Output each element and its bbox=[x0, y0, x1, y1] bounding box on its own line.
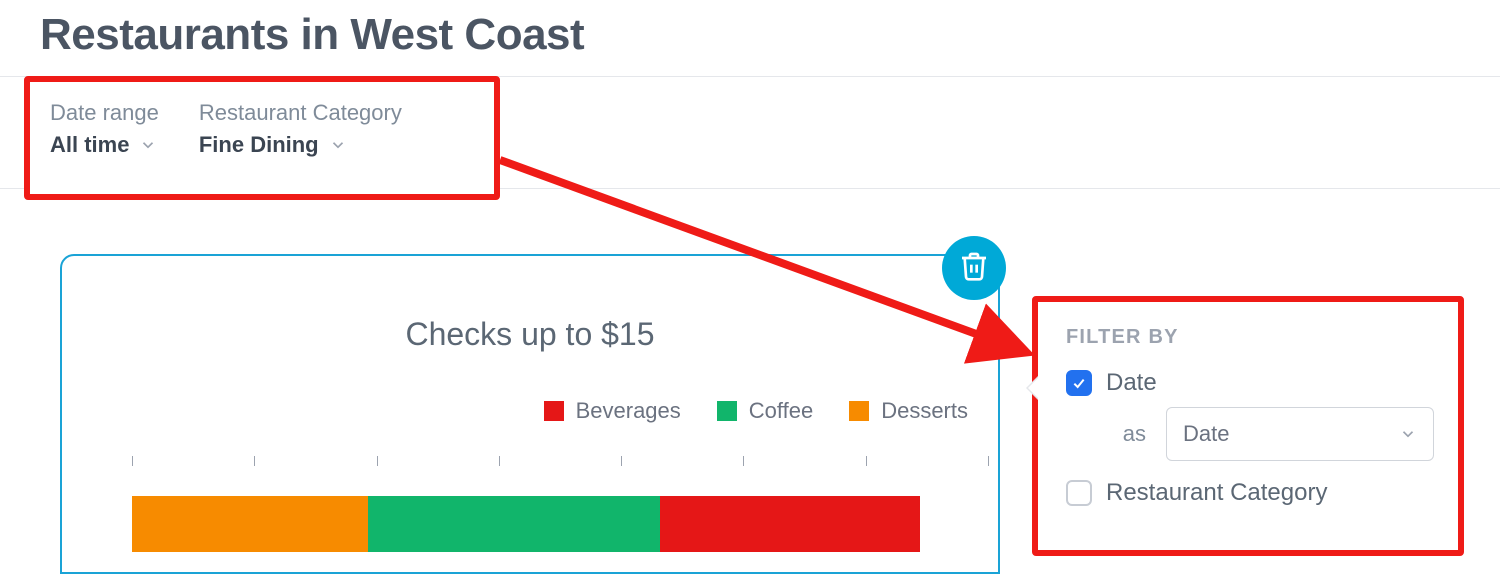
axis-tick bbox=[866, 456, 867, 466]
bar-segment-desserts bbox=[132, 496, 368, 552]
trash-icon bbox=[958, 250, 990, 287]
filter-option-label: Restaurant Category bbox=[1106, 479, 1327, 507]
axis-tick bbox=[254, 456, 255, 466]
chevron-down-icon bbox=[139, 136, 157, 154]
filter-label: Date range bbox=[50, 100, 159, 126]
filter-by-panel: FILTER BY Date as Date Restaurant Catego… bbox=[1032, 296, 1464, 556]
select-value: Date bbox=[1183, 421, 1229, 447]
legend-label: Coffee bbox=[749, 398, 813, 424]
legend-swatch bbox=[544, 401, 564, 421]
delete-card-button[interactable] bbox=[942, 236, 1006, 300]
filter-by-title: FILTER BY bbox=[1066, 326, 1434, 349]
checkbox-checked[interactable] bbox=[1066, 370, 1092, 396]
axis-tick bbox=[621, 456, 622, 466]
filter-value: All time bbox=[50, 132, 129, 158]
checkbox-unchecked[interactable] bbox=[1066, 480, 1092, 506]
chevron-down-icon bbox=[329, 136, 347, 154]
filter-date-range[interactable]: Date range All time bbox=[50, 100, 159, 184]
axis-tick bbox=[988, 456, 989, 466]
filter-as-label: as bbox=[1106, 421, 1146, 447]
filter-option-label: Date bbox=[1106, 369, 1157, 397]
filter-option-restaurant-category[interactable]: Restaurant Category bbox=[1066, 479, 1434, 507]
legend-item-coffee: Coffee bbox=[717, 398, 813, 424]
axis-tick bbox=[499, 456, 500, 466]
axis-tick bbox=[132, 456, 133, 466]
legend-swatch bbox=[717, 401, 737, 421]
filter-value: Fine Dining bbox=[199, 132, 319, 158]
filter-label: Restaurant Category bbox=[199, 100, 402, 126]
date-as-select[interactable]: Date bbox=[1166, 407, 1434, 461]
bar-segment-coffee bbox=[368, 496, 659, 552]
chart-card: Checks up to $15 Beverages Coffee Desser… bbox=[60, 254, 1000, 574]
legend-label: Desserts bbox=[881, 398, 968, 424]
axis-tick bbox=[377, 456, 378, 466]
filter-option-date-subrow: as Date bbox=[1106, 407, 1434, 461]
filter-restaurant-category[interactable]: Restaurant Category Fine Dining bbox=[199, 100, 402, 184]
legend-label: Beverages bbox=[576, 398, 681, 424]
chart-title: Checks up to $15 bbox=[62, 316, 998, 353]
chart-legend: Beverages Coffee Desserts bbox=[544, 398, 968, 424]
legend-swatch bbox=[849, 401, 869, 421]
axis-tick bbox=[743, 456, 744, 466]
bar-segment-beverages bbox=[660, 496, 920, 552]
legend-item-desserts: Desserts bbox=[849, 398, 968, 424]
page-title: Restaurants in West Coast bbox=[40, 10, 584, 60]
chart-plot-area bbox=[132, 456, 988, 572]
chevron-down-icon bbox=[1399, 425, 1417, 443]
dashboard-filter-bar: Date range All time Restaurant Category … bbox=[24, 76, 500, 200]
chart-bar-row bbox=[132, 496, 920, 552]
filter-option-date[interactable]: Date bbox=[1066, 369, 1434, 397]
legend-item-beverages: Beverages bbox=[544, 398, 681, 424]
